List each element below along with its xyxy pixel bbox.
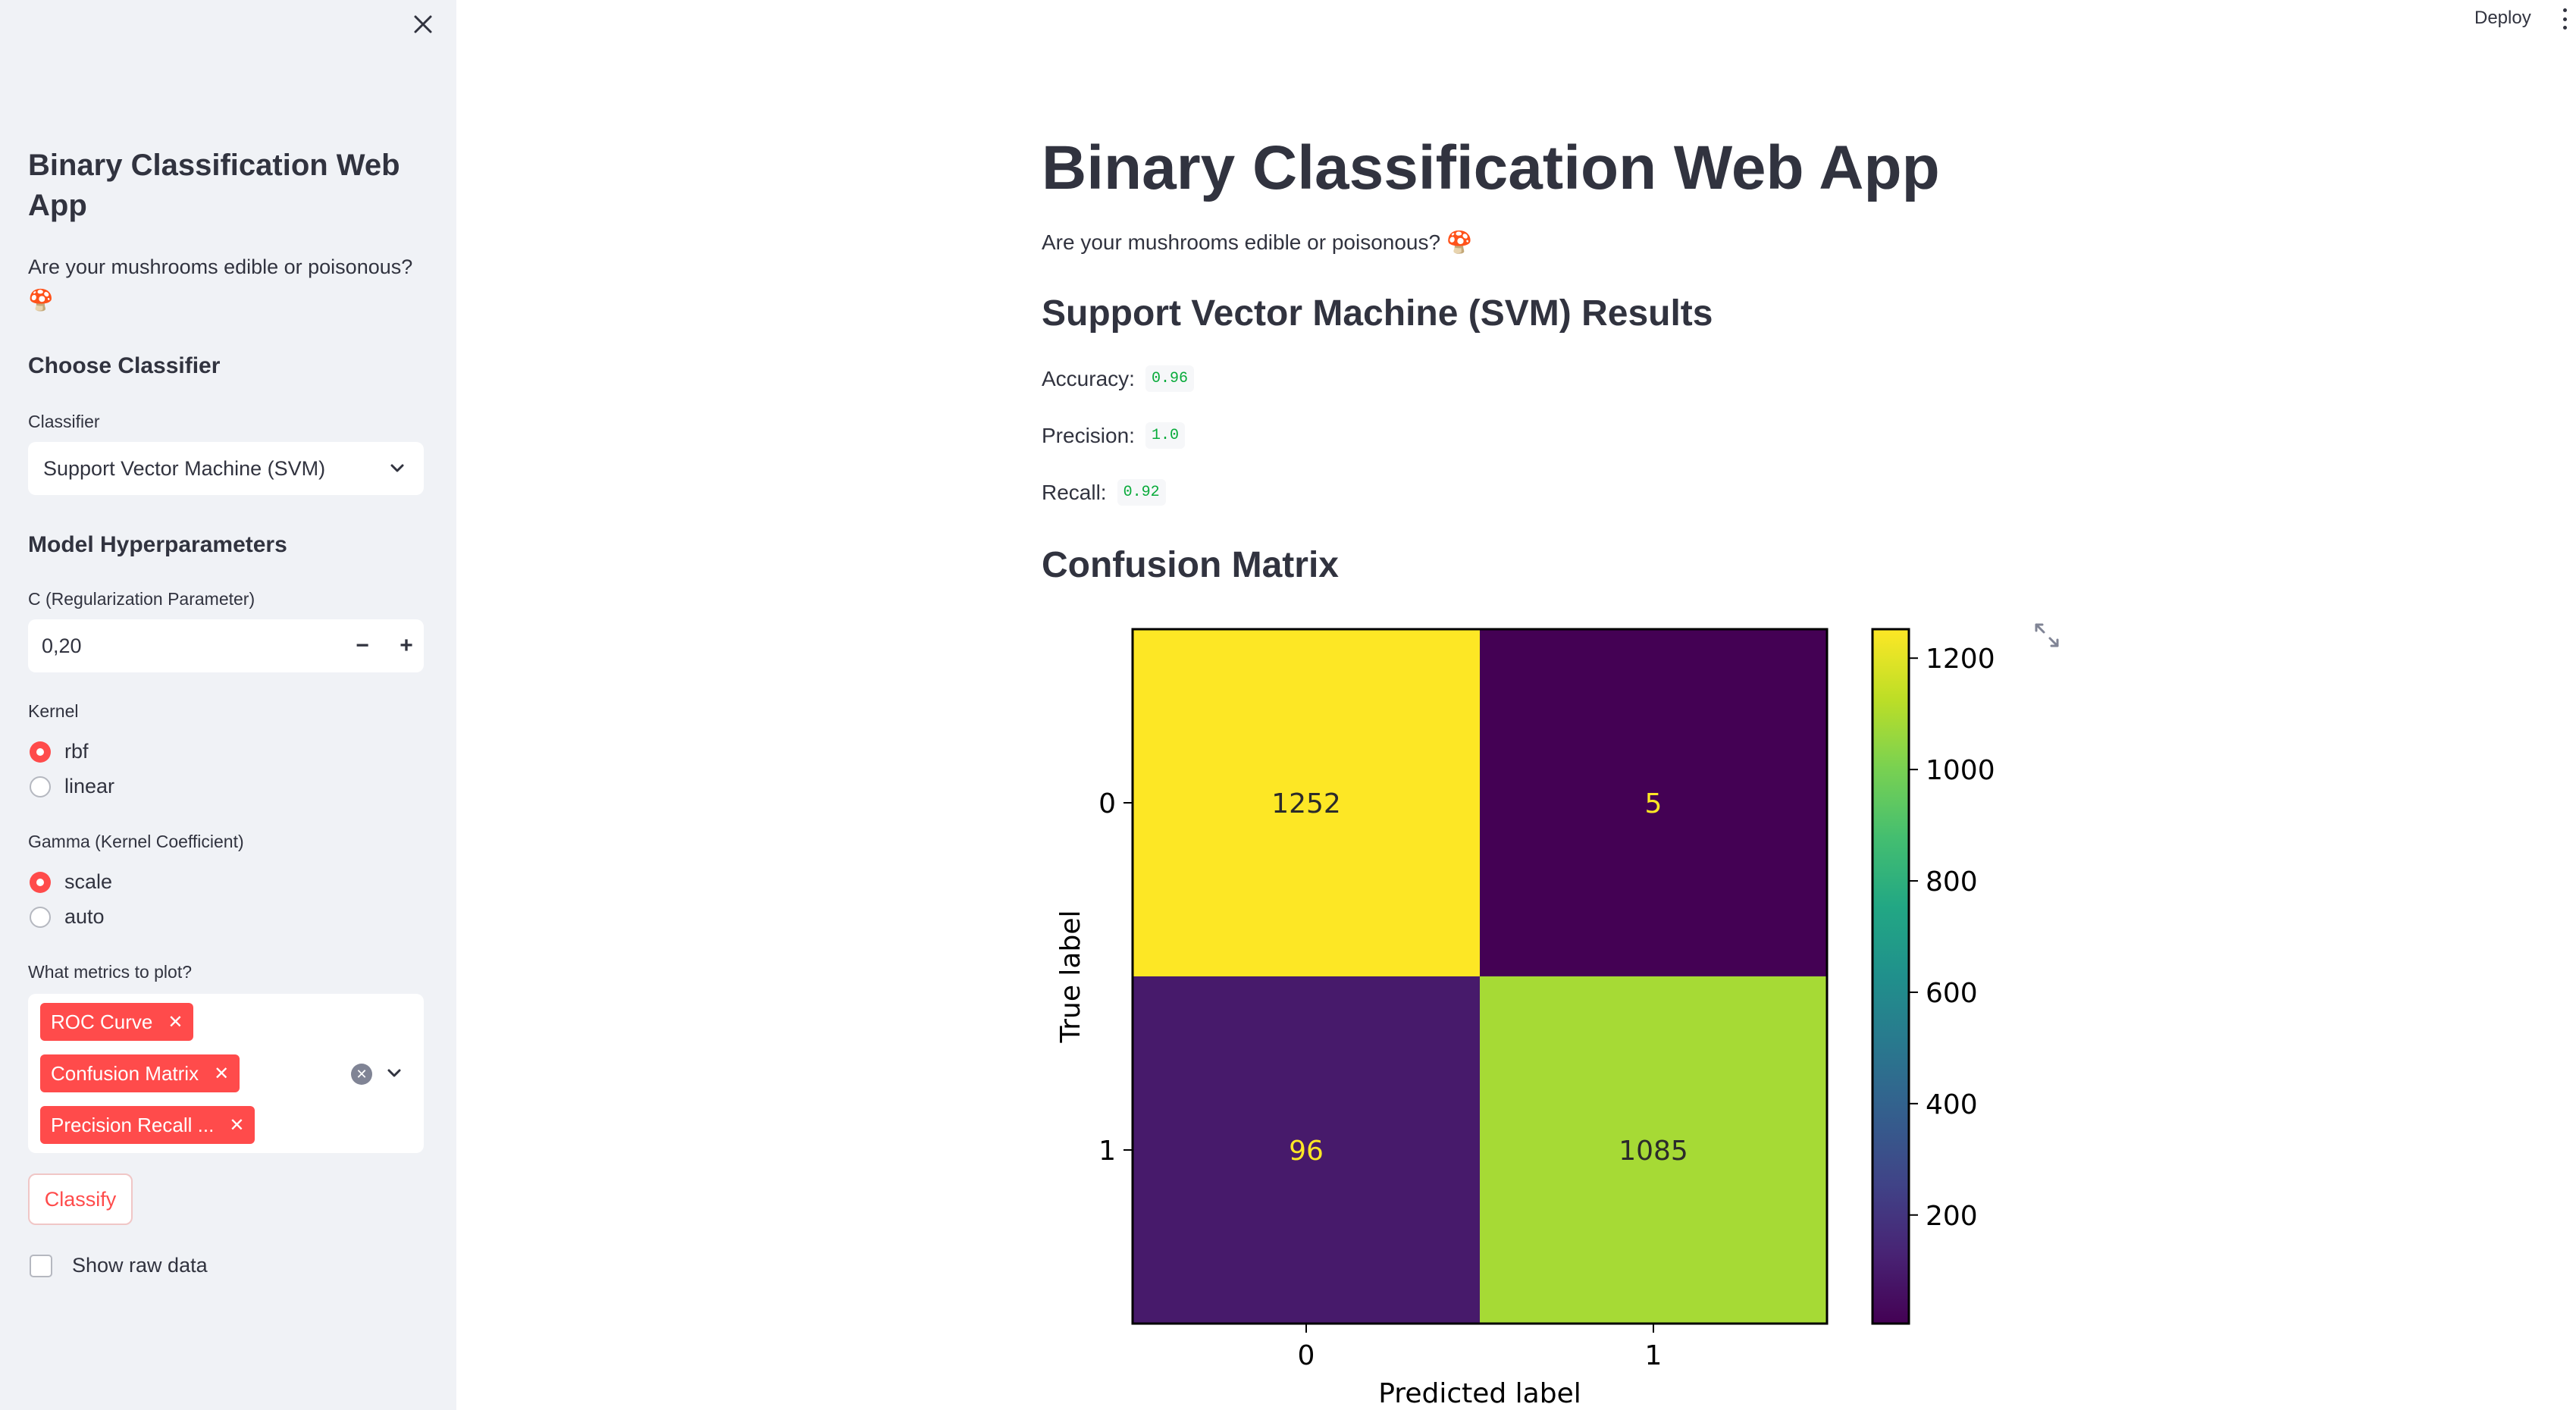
- c-param-input[interactable]: 0,20 − +: [28, 619, 424, 672]
- radio-unselected-icon: [30, 776, 51, 797]
- colorbar-tick-label: 800: [1926, 866, 1978, 898]
- close-icon: [414, 15, 432, 33]
- colorbar-tick-label: 1200: [1926, 644, 1995, 675]
- confusion-matrix-chart: 1252 5 96 1085 0 1 0 1 Predicted label True label…: [1055, 628, 1995, 1409]
- metric-precision: Precision: 1.0: [1042, 422, 1185, 449]
- hyperparams-heading: Model Hyperparameters: [28, 532, 287, 557]
- more-options-icon[interactable]: [2559, 6, 2570, 32]
- y-tick-label: 0: [1098, 788, 1116, 819]
- x-tick-label: 0: [1298, 1340, 1315, 1371]
- y-tick-label: 1: [1098, 1136, 1116, 1167]
- cell-value-label: 96: [1289, 1136, 1324, 1167]
- metric-value: 1.0: [1145, 422, 1185, 449]
- metric-tag-label: ROC Curve: [51, 1010, 153, 1033]
- metric-tag-precision-recall[interactable]: Precision Recall ... ✕: [40, 1106, 255, 1144]
- radio-selected-icon: [30, 871, 51, 893]
- classifier-label: Classifier: [28, 412, 100, 431]
- colorbar-tick-label: 1000: [1926, 755, 1995, 786]
- clear-all-icon[interactable]: ✕: [351, 1064, 372, 1085]
- remove-tag-icon[interactable]: ✕: [214, 1063, 229, 1085]
- metrics-label: What metrics to plot?: [28, 962, 193, 982]
- sidebar-subtitle: Are your mushrooms edible or poisonous? …: [28, 255, 413, 312]
- confusion-matrix-heading: Confusion Matrix: [1042, 545, 1339, 585]
- kernel-option-linear[interactable]: linear: [30, 775, 114, 798]
- y-axis-label: True label: [1055, 910, 1086, 1044]
- colorbar-tick-label: 600: [1926, 978, 1978, 1009]
- colorbar: [1871, 628, 1910, 1325]
- kernel-label: Kernel: [28, 701, 79, 721]
- metric-label: Recall:: [1042, 480, 1107, 504]
- results-heading: Support Vector Machine (SVM) Results: [1042, 293, 1713, 334]
- colorbar-tick-label: 200: [1926, 1201, 1978, 1232]
- page-subtitle: Are your mushrooms edible or poisonous? …: [1042, 230, 1473, 254]
- sidebar-title: Binary Classification Web App: [28, 149, 400, 222]
- metric-accuracy: Accuracy: 0.96: [1042, 365, 1194, 392]
- radio-unselected-icon: [30, 906, 51, 928]
- radio-selected-icon: [30, 741, 51, 763]
- checkbox-icon: [30, 1254, 52, 1277]
- remove-tag-icon[interactable]: ✕: [168, 1011, 183, 1033]
- show-raw-data-label: Show raw data: [72, 1254, 208, 1277]
- choose-classifier-heading: Choose Classifier: [28, 353, 221, 378]
- remove-tag-icon[interactable]: ✕: [229, 1114, 244, 1136]
- cell-value-label: 1085: [1619, 1136, 1688, 1167]
- decrement-button[interactable]: −: [340, 619, 384, 672]
- chevron-down-icon: [390, 464, 404, 472]
- metric-label: Accuracy:: [1042, 366, 1135, 390]
- x-tick-label: 1: [1645, 1340, 1662, 1371]
- metric-value: 0.96: [1145, 365, 1194, 392]
- metric-tag-roc[interactable]: ROC Curve ✕: [40, 1003, 194, 1041]
- classify-button[interactable]: Classify: [28, 1173, 133, 1225]
- chevron-down-icon[interactable]: [384, 1064, 404, 1083]
- kernel-option-label: rbf: [64, 740, 89, 763]
- show-raw-data-checkbox[interactable]: Show raw data: [30, 1254, 208, 1277]
- metric-label: Precision:: [1042, 423, 1135, 447]
- increment-button[interactable]: +: [384, 619, 428, 672]
- cell-value-label: 1252: [1271, 788, 1341, 819]
- deploy-button[interactable]: Deploy: [2474, 8, 2531, 29]
- metrics-multiselect[interactable]: ROC Curve ✕ Confusion Matrix ✕ Precision…: [28, 994, 424, 1153]
- c-param-value: 0,20: [42, 634, 82, 657]
- sidebar: Binary Classification Web App Are your m…: [0, 0, 456, 1410]
- c-param-label: C (Regularization Parameter): [28, 589, 255, 609]
- gamma-label: Gamma (Kernel Coefficient): [28, 832, 244, 851]
- gamma-option-label: auto: [64, 905, 105, 928]
- cell-value-label: 5: [1645, 788, 1662, 819]
- classifier-select[interactable]: Support Vector Machine (SVM): [28, 442, 424, 495]
- metric-tag-confusion-matrix[interactable]: Confusion Matrix ✕: [40, 1054, 240, 1092]
- close-sidebar-button[interactable]: [406, 8, 440, 41]
- x-axis-label: Predicted label: [1378, 1378, 1581, 1409]
- gamma-option-auto[interactable]: auto: [30, 905, 105, 929]
- metric-tag-label: Confusion Matrix: [51, 1061, 199, 1085]
- colorbar-tick-label: 400: [1926, 1089, 1978, 1120]
- metric-value: 0.92: [1117, 479, 1166, 506]
- gamma-option-label: scale: [64, 870, 113, 893]
- page-title: Binary Classification Web App: [1042, 133, 1940, 202]
- kernel-option-label: linear: [64, 775, 115, 797]
- kernel-option-rbf[interactable]: rbf: [30, 740, 89, 763]
- gamma-option-scale[interactable]: scale: [30, 870, 112, 894]
- classifier-select-value: Support Vector Machine (SVM): [43, 456, 326, 480]
- metric-recall: Recall: 0.92: [1042, 479, 1166, 506]
- metric-tag-label: Precision Recall ...: [51, 1113, 215, 1136]
- fullscreen-expand-icon[interactable]: [2032, 620, 2062, 650]
